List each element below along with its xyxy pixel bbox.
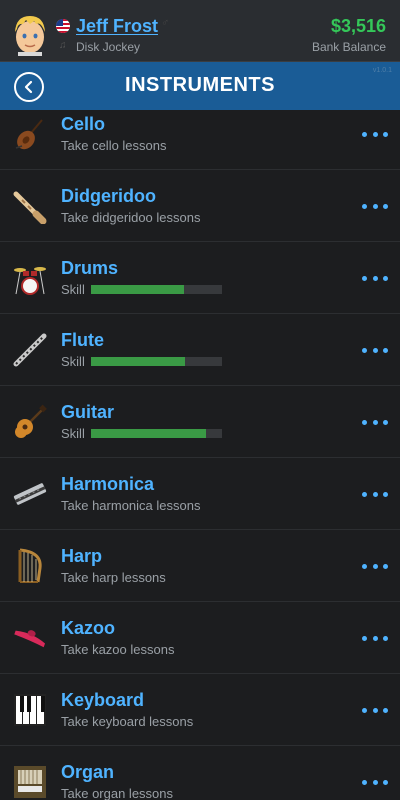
- instrument-subtitle: Take organ lessons: [61, 786, 174, 800]
- list-item-keyboard[interactable]: Keyboard Take keyboard lessons: [0, 674, 400, 746]
- list-item-harp[interactable]: Harp Take harp lessons: [0, 530, 400, 602]
- organ-icon: [14, 766, 46, 798]
- skill-label: Skill: [61, 282, 85, 297]
- skill-label: Skill: [61, 426, 85, 441]
- instrument-name: Harmonica: [61, 474, 155, 494]
- didgeridoo-icon: [13, 191, 47, 224]
- more-options-icon[interactable]: [362, 346, 388, 354]
- drums-icon: [14, 267, 46, 295]
- instrument-name: Keyboard: [61, 690, 145, 710]
- more-options-icon[interactable]: [362, 490, 388, 498]
- instrument-name: Drums: [61, 258, 119, 278]
- list-item-didgeridoo[interactable]: Didgeridoo Take didgeridoo lessons: [0, 170, 400, 242]
- skill-meter: Skill: [61, 282, 222, 297]
- instrument-name: Kazoo: [61, 618, 115, 638]
- instrument-name: Organ: [61, 762, 115, 782]
- music-note-icon: ♫: [59, 40, 67, 51]
- list-item-kazoo[interactable]: Kazoo Take kazoo lessons: [0, 602, 400, 674]
- skill-bar: [90, 429, 222, 438]
- more-options-icon[interactable]: [362, 634, 388, 642]
- instrument-subtitle: Take keyboard lessons: [61, 714, 194, 729]
- more-options-icon[interactable]: [362, 418, 388, 426]
- instrument-name: Guitar: [61, 402, 115, 422]
- version-label: v1.0.1: [372, 67, 392, 74]
- cello-icon: [15, 119, 43, 150]
- job-title: Disk Jockey: [76, 40, 141, 54]
- instrument-name: Harp: [61, 546, 103, 566]
- instrument-subtitle: Take kazoo lessons: [61, 642, 175, 657]
- flute-icon: [13, 333, 47, 367]
- instrument-subtitle: Take harmonica lessons: [61, 498, 201, 513]
- us-flag-icon: [56, 19, 70, 33]
- bank-balance-label: Bank Balance: [311, 40, 386, 54]
- skill-bar: [90, 285, 222, 294]
- instrument-subtitle: Take cello lessons: [61, 138, 167, 153]
- harp-icon: [18, 548, 42, 583]
- instrument-subtitle: Take harp lessons: [61, 570, 166, 585]
- instrument-name: Cello: [61, 114, 106, 134]
- list-item-flute[interactable]: Flute Skill: [0, 314, 400, 386]
- skill-meter: Skill: [61, 426, 222, 441]
- list-item-drums[interactable]: Drums Skill: [0, 242, 400, 314]
- more-options-icon[interactable]: [362, 562, 388, 570]
- guitar-icon: [15, 404, 47, 438]
- gender-icon: ♂: [161, 17, 170, 29]
- list-item-guitar[interactable]: Guitar Skill: [0, 386, 400, 458]
- more-options-icon[interactable]: [362, 130, 388, 138]
- keyboard-icon: [14, 694, 46, 726]
- more-options-icon[interactable]: [362, 274, 388, 282]
- character-name[interactable]: Jeff Frost: [76, 16, 158, 37]
- instrument-subtitle: Take didgeridoo lessons: [61, 210, 201, 225]
- skill-bar: [90, 357, 222, 366]
- bank-balance: $3,516: [330, 16, 386, 36]
- skill-meter: Skill: [61, 354, 222, 369]
- avatar[interactable]: [10, 12, 50, 56]
- kazoo-icon: [14, 630, 46, 648]
- harmonica-icon: [13, 483, 47, 505]
- skill-label: Skill: [61, 354, 85, 369]
- instrument-list: Cello Take cello lessons Didgeridoo Take…: [0, 110, 400, 800]
- instrument-name: Didgeridoo: [61, 186, 156, 206]
- more-options-icon[interactable]: [362, 202, 388, 210]
- more-options-icon[interactable]: [362, 778, 388, 786]
- more-options-icon[interactable]: [362, 706, 388, 714]
- list-item-harmonica[interactable]: Harmonica Take harmonica lessons: [0, 458, 400, 530]
- page-title: INSTRUMENTS: [125, 74, 275, 96]
- profile-header: Jeff Frost ♂ ♫ Disk Jockey $3,516 Bank B…: [0, 0, 400, 62]
- list-item-cello[interactable]: Cello Take cello lessons: [0, 110, 400, 170]
- list-item-organ[interactable]: Organ Take organ lessons: [0, 746, 400, 800]
- instrument-name: Flute: [61, 330, 104, 350]
- title-bar: INSTRUMENTS v1.0.1: [0, 62, 400, 110]
